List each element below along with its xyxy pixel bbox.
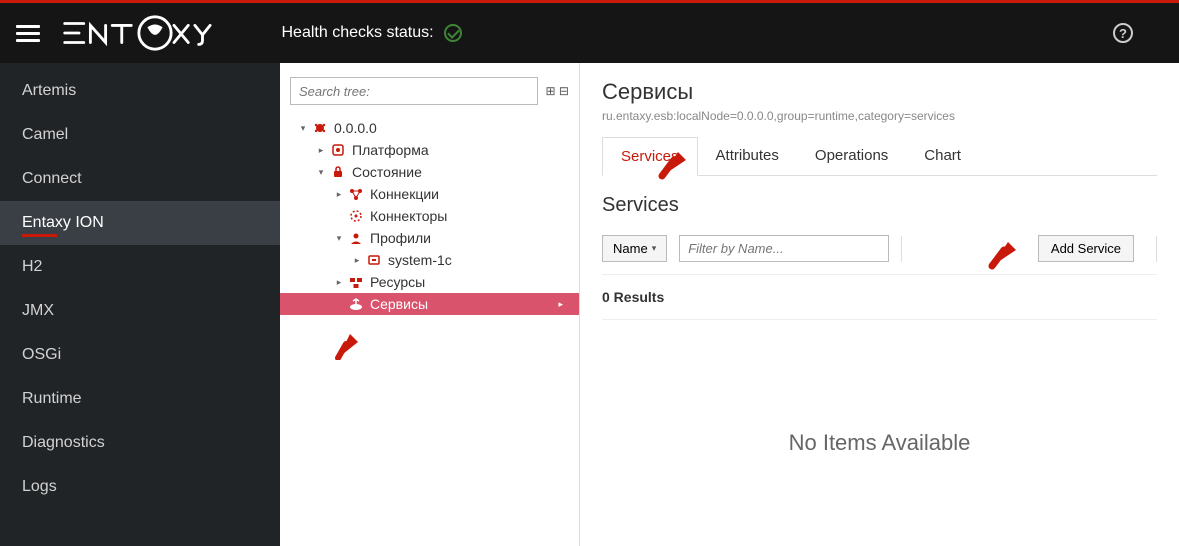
tree-node-label: Состояние: [352, 164, 422, 180]
health-status: Health checks status:: [282, 24, 462, 42]
tree-node-connectors[interactable]: ▸ Коннекторы: [290, 205, 569, 227]
tab-chart[interactable]: Chart: [906, 137, 979, 175]
entaxy-logo-icon: [60, 14, 222, 52]
sidebar-item-osgi[interactable]: OSGi: [0, 333, 280, 377]
section-title: Services: [602, 194, 1157, 217]
tree: ▾ 0.0.0.0 ▸ Платформа ▾ Состояние ▸ Конн…: [290, 117, 569, 315]
tab-attributes[interactable]: Attributes: [698, 137, 797, 175]
lock-icon: [330, 165, 346, 179]
menu-toggle-button[interactable]: [16, 21, 40, 46]
tree-node-root[interactable]: ▾ 0.0.0.0: [290, 117, 569, 139]
divider: [602, 274, 1157, 275]
connector-icon: [348, 209, 364, 223]
sidebar-item-artemis[interactable]: Artemis: [0, 69, 280, 113]
add-service-button[interactable]: Add Service: [1038, 235, 1134, 262]
divider: [602, 319, 1157, 320]
service-icon: [348, 297, 364, 311]
main-panel: Сервисы ru.entaxy.esb:localNode=0.0.0.0,…: [580, 63, 1179, 546]
tree-node-resources[interactable]: ▸ Ресурсы: [290, 271, 569, 293]
bug-icon: [312, 121, 328, 135]
sidebar-item-h2[interactable]: H2: [0, 245, 280, 289]
sidebar-item-camel[interactable]: Camel: [0, 113, 280, 157]
sidebar-item-connect[interactable]: Connect: [0, 157, 280, 201]
logo: [60, 14, 222, 52]
tree-node-platform[interactable]: ▸ Платформа: [290, 139, 569, 161]
check-circle-icon: [444, 24, 462, 42]
tree-node-services[interactable]: ▸ Сервисы ▸: [280, 293, 579, 315]
header-bar: Health checks status: ?: [0, 3, 1179, 63]
filter-field-dropdown[interactable]: Name ▾: [602, 235, 667, 262]
tree-node-label: 0.0.0.0: [334, 120, 377, 136]
tree-node-profiles[interactable]: ▾ Профили: [290, 227, 569, 249]
nodes-icon: [348, 187, 364, 201]
filter-input[interactable]: [679, 235, 889, 262]
chevron-down-icon: ▾: [652, 243, 657, 254]
tree-node-system1c[interactable]: ▸ system-1c: [290, 249, 569, 271]
tree-search-input[interactable]: [290, 77, 538, 105]
tree-node-state[interactable]: ▾ Состояние: [290, 161, 569, 183]
tab-operations[interactable]: Operations: [797, 137, 906, 175]
divider: [901, 236, 902, 262]
sidebar-item-runtime[interactable]: Runtime: [0, 377, 280, 421]
help-icon[interactable]: ?: [1113, 23, 1133, 43]
tree-node-label: Коннекции: [370, 186, 439, 202]
tree-node-label: Платформа: [352, 142, 429, 158]
tree-panel: ⊞ ⊟ ▾ 0.0.0.0 ▸ Платформа ▾ Состояние ▸ …: [280, 63, 580, 546]
health-status-label: Health checks status:: [282, 24, 434, 42]
empty-state-text: No Items Available: [602, 430, 1157, 456]
tree-node-label: Коннекторы: [370, 208, 447, 224]
mbean-path: ru.entaxy.esb:localNode=0.0.0.0,group=ru…: [602, 109, 1157, 123]
resources-icon: [348, 275, 364, 289]
sidebar: Artemis Camel Connect Entaxy ION H2 JMX …: [0, 63, 280, 546]
filter-field-label: Name: [613, 241, 648, 256]
profile-icon: [348, 231, 364, 245]
tree-node-connections[interactable]: ▸ Коннекции: [290, 183, 569, 205]
annotation-arrow-icon: [332, 328, 364, 360]
expand-collapse-buttons[interactable]: ⊞ ⊟: [546, 84, 569, 98]
sidebar-item-jmx[interactable]: JMX: [0, 289, 280, 333]
chevron-right-icon: ▸: [558, 299, 569, 310]
cube-icon: [330, 143, 346, 157]
annotation-arrow-icon: [658, 148, 690, 180]
sidebar-item-diagnostics[interactable]: Diagnostics: [0, 421, 280, 465]
sidebar-item-entaxy-ion[interactable]: Entaxy ION: [0, 201, 280, 245]
results-count: 0 Results: [602, 289, 1157, 305]
tree-node-label: Сервисы: [370, 296, 428, 312]
filter-toolbar: Name ▾ Add Service: [602, 229, 1157, 268]
tree-node-label: Профили: [370, 230, 431, 246]
divider: [1156, 236, 1157, 262]
tree-node-label: system-1c: [388, 252, 452, 268]
tree-node-label: Ресурсы: [370, 274, 425, 290]
module-icon: [366, 253, 382, 267]
annotation-arrow-icon: [988, 238, 1020, 270]
page-title: Сервисы: [602, 79, 1157, 105]
sidebar-item-logs[interactable]: Logs: [0, 465, 280, 509]
